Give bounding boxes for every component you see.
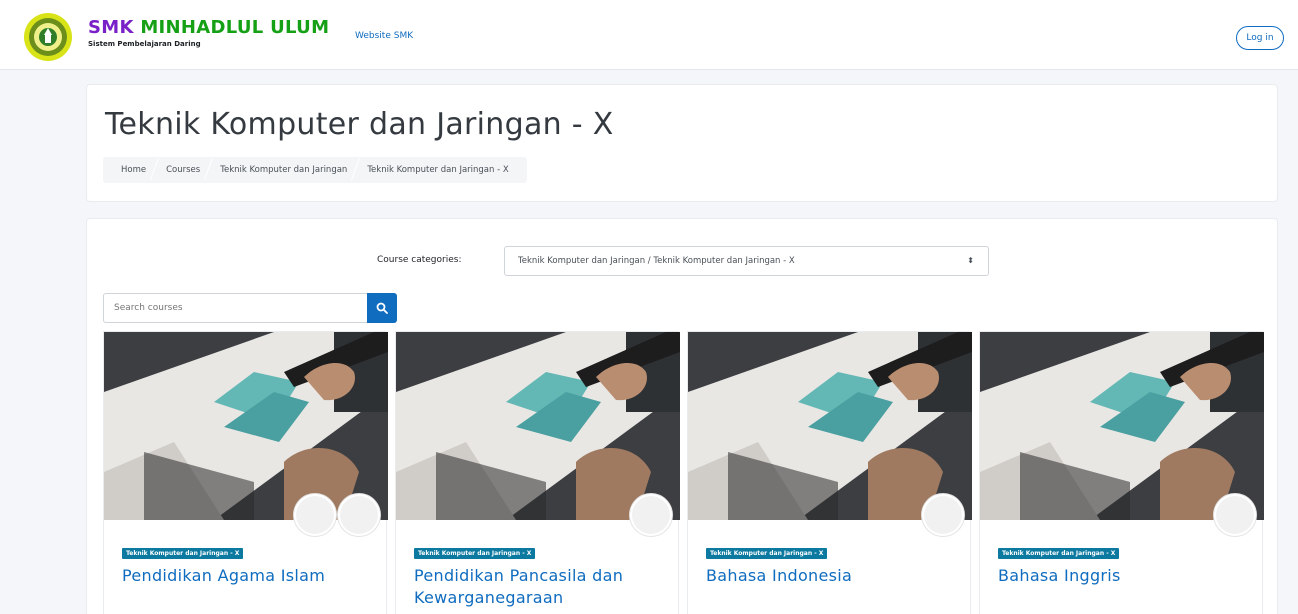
- chevron-updown-icon: ⬍: [967, 256, 974, 265]
- course-image[interactable]: [980, 332, 1264, 520]
- course-card[interactable]: Teknik Komputer dan Jaringan - X Pendidi…: [103, 331, 388, 614]
- course-card[interactable]: Teknik Komputer dan Jaringan - X Bahasa …: [979, 331, 1264, 614]
- page-header: Teknik Komputer dan Jaringan - X Home Co…: [86, 84, 1278, 202]
- breadcrumb-current[interactable]: Teknik Komputer dan Jaringan - X: [357, 165, 518, 175]
- course-category-badge: Teknik Komputer dan Jaringan - X: [706, 548, 828, 559]
- course-title-link[interactable]: Bahasa Inggris: [998, 565, 1246, 587]
- course-category-badge: Teknik Komputer dan Jaringan - X: [998, 548, 1120, 559]
- brand[interactable]: SMK MINHADLUL ULUM Sistem Pembelajaran D…: [88, 18, 329, 49]
- course-title-link[interactable]: Pendidikan Agama Islam: [122, 565, 370, 587]
- search-icon: [376, 302, 388, 314]
- course-image-art: [980, 332, 1264, 520]
- course-body: Teknik Komputer dan Jaringan - X Bahasa …: [980, 520, 1264, 607]
- breadcrumb-courses[interactable]: Courses: [156, 165, 210, 175]
- website-smk-link[interactable]: Website SMK: [355, 31, 413, 41]
- brand-school: MINHADLUL ULUM: [140, 17, 330, 38]
- course-card[interactable]: Teknik Komputer dan Jaringan - X Pendidi…: [395, 331, 680, 614]
- course-image-art: [396, 332, 680, 520]
- page-title: Teknik Komputer dan Jaringan - X: [105, 107, 614, 142]
- search-input[interactable]: [103, 293, 367, 323]
- course-image-art: [688, 332, 972, 520]
- course-category-badge: Teknik Komputer dan Jaringan - X: [122, 548, 244, 559]
- breadcrumb-category[interactable]: Teknik Komputer dan Jaringan: [210, 165, 357, 175]
- top-navbar: SMK MINHADLUL ULUM Sistem Pembelajaran D…: [0, 0, 1298, 70]
- course-title-link[interactable]: Bahasa Indonesia: [706, 565, 954, 587]
- breadcrumb-home[interactable]: Home: [111, 165, 156, 175]
- course-image-art: [104, 332, 388, 520]
- course-image[interactable]: [396, 332, 680, 520]
- course-image[interactable]: [104, 332, 388, 520]
- course-image[interactable]: [688, 332, 972, 520]
- school-logo-icon[interactable]: [23, 12, 73, 62]
- breadcrumb: Home Courses Teknik Komputer dan Jaringa…: [103, 157, 527, 183]
- course-title-link[interactable]: Pendidikan Pancasila dan Kewarganegaraan: [414, 565, 662, 609]
- course-listing: Course categories: Teknik Komputer dan J…: [86, 218, 1278, 614]
- course-card[interactable]: Teknik Komputer dan Jaringan - X Bahasa …: [687, 331, 972, 614]
- course-body: Teknik Komputer dan Jaringan - X Pendidi…: [104, 520, 388, 607]
- category-select-value: Teknik Komputer dan Jaringan / Teknik Ko…: [518, 256, 795, 266]
- category-label: Course categories:: [377, 255, 462, 265]
- search-button[interactable]: [367, 293, 397, 323]
- course-body: Teknik Komputer dan Jaringan - X Bahasa …: [688, 520, 972, 607]
- brand-smk: SMK: [88, 17, 134, 38]
- brand-subtitle: Sistem Pembelajaran Daring: [88, 40, 201, 48]
- brand-name: SMK MINHADLUL ULUM: [88, 18, 329, 38]
- course-body: Teknik Komputer dan Jaringan - X Pendidi…: [396, 520, 680, 614]
- course-grid: Teknik Komputer dan Jaringan - X Pendidi…: [103, 331, 1264, 614]
- category-select[interactable]: Teknik Komputer dan Jaringan / Teknik Ko…: [504, 246, 989, 276]
- search-form: [103, 293, 397, 323]
- course-category-badge: Teknik Komputer dan Jaringan - X: [414, 548, 536, 559]
- login-button[interactable]: Log in: [1236, 26, 1284, 50]
